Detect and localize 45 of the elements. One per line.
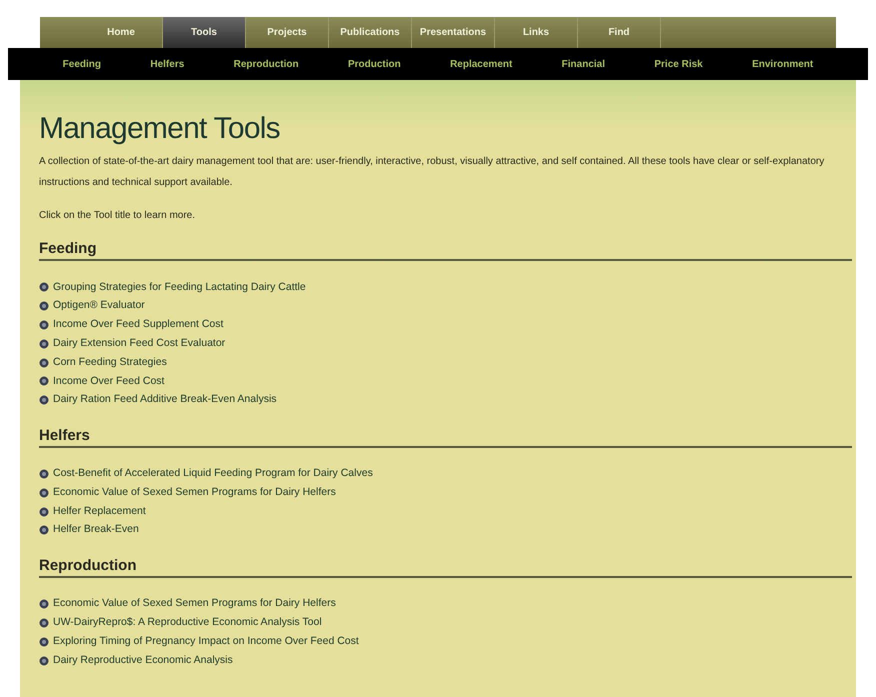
tool-link[interactable]: Economic Value of Sexed Semen Programs for Dairy Helfers bbox=[53, 596, 336, 612]
tool-link[interactable]: Dairy Ration Feed Additive Break-Even Analysis bbox=[53, 392, 277, 408]
bullet-icon bbox=[39, 488, 49, 498]
page-title: Management Tools bbox=[39, 112, 281, 146]
tool-link[interactable]: Helfer Break-Even bbox=[53, 522, 139, 538]
bullet-icon bbox=[39, 599, 49, 610]
section-heading: Helfers bbox=[39, 426, 91, 446]
tool-link[interactable]: UW-DairyRepro$: A Reproductive Economic Analysis Tool bbox=[53, 615, 322, 631]
tool-link[interactable]: Income Over Feed Supplement Cost bbox=[53, 317, 224, 333]
tool-link[interactable]: Optigen® Evaluator bbox=[53, 298, 145, 314]
tool-link[interactable]: Economic Value of Sexed Semen Programs for Dairy Helfers bbox=[53, 484, 336, 501]
sub-nav-link[interactable]: Production bbox=[348, 56, 401, 72]
sub-nav-link[interactable]: Feeding bbox=[62, 56, 102, 72]
sub-nav-link[interactable]: Environment bbox=[752, 56, 814, 72]
intro-paragraph: A collection of state-of-the-art dairy management tool that are: user-friendly, interactive, robust, visually attractive, and self contained. All these tools have clear or self-explanatory instructions and technical support available. bbox=[39, 155, 826, 190]
bullet-icon bbox=[39, 618, 49, 628]
bullet-icon bbox=[39, 338, 49, 349]
bullet-icon bbox=[39, 525, 49, 536]
sub-nav-link[interactable]: Reproduction bbox=[234, 56, 299, 72]
bullet-icon bbox=[39, 376, 49, 386]
bullet-icon bbox=[39, 506, 49, 517]
sub-nav-link[interactable]: Financial bbox=[562, 56, 606, 72]
sub-nav-link[interactable]: Helfers bbox=[150, 56, 184, 72]
tool-link[interactable]: Exploring Timing of Pregnancy Impact on Income Over Feed Cost bbox=[53, 634, 359, 650]
nav-tab[interactable]: Tools bbox=[163, 17, 246, 48]
tool-link[interactable]: Dairy Reproductive Economic Analysis bbox=[53, 652, 233, 668]
section-heading: Reproduction bbox=[39, 556, 138, 576]
tool-link[interactable]: Corn Feeding Strategies bbox=[53, 354, 167, 370]
bullet-icon bbox=[39, 636, 49, 647]
sub-nav-link[interactable]: Replacement bbox=[450, 56, 512, 72]
bullet-icon bbox=[39, 282, 49, 292]
bullet-icon bbox=[39, 320, 49, 330]
tool-link[interactable]: Cost-Benefit of Accelerated Liquid Feeding Program for Dairy Calves bbox=[53, 466, 373, 482]
tool-link[interactable]: Dairy Extension Feed Cost Evaluator bbox=[53, 336, 226, 352]
section-heading: Feeding bbox=[39, 239, 98, 259]
bullet-icon bbox=[39, 395, 49, 406]
bullet-icon bbox=[39, 301, 49, 312]
bullet-icon bbox=[39, 656, 49, 666]
hint-text: Click on the Tool title to learn more. bbox=[39, 209, 196, 223]
bullet-icon bbox=[39, 468, 49, 479]
bullet-icon bbox=[39, 358, 49, 368]
sub-nav-link[interactable]: Price Risk bbox=[654, 56, 703, 72]
tool-link[interactable]: Helfer Replacement bbox=[53, 504, 146, 520]
tool-link[interactable]: Grouping Strategies for Feeding Lactating Dairy Cattle bbox=[53, 280, 306, 296]
tool-link[interactable]: Income Over Feed Cost bbox=[53, 374, 164, 390]
